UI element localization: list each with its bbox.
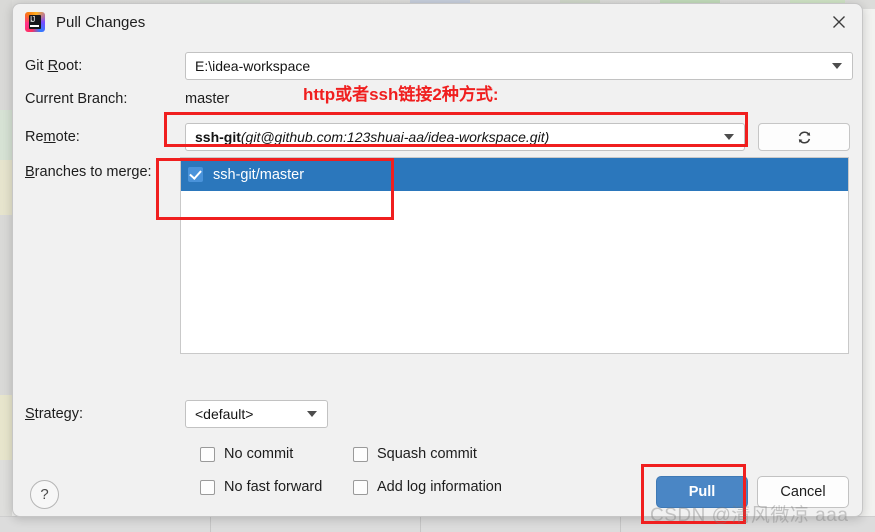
strategy-label: Strategy: xyxy=(25,406,84,422)
remote-label: Remote: xyxy=(25,129,80,145)
remote-value: ssh-git(git@github.com:123shuai-aa/idea-… xyxy=(195,129,716,145)
background-left-strip xyxy=(0,0,12,532)
strategy-row: Strategy: <default> xyxy=(25,400,328,428)
question-mark-icon: ? xyxy=(40,486,49,503)
dialog-title: Pull Changes xyxy=(56,13,146,31)
git-root-row: Git Root: E:\idea-workspace xyxy=(25,52,853,80)
git-root-combobox[interactable]: E:\idea-workspace xyxy=(185,52,853,80)
git-root-mnemonic: R xyxy=(47,58,59,74)
dialog-content: Git Root: E:\idea-workspace Current Bran… xyxy=(13,40,862,516)
chevron-down-icon xyxy=(832,63,842,69)
strategy-value: <default> xyxy=(195,406,254,422)
checkbox-box xyxy=(200,479,215,495)
branches-to-merge-list[interactable]: ssh-git/master xyxy=(180,157,849,354)
branch-name: ssh-git/master xyxy=(213,166,305,183)
watermark: CSDN @清风微凉 aaa xyxy=(650,505,849,526)
current-branch-value: master xyxy=(185,91,230,107)
help-button[interactable]: ? xyxy=(30,480,59,509)
close-button[interactable] xyxy=(816,4,862,40)
current-branch-label: Current Branch: xyxy=(25,91,128,107)
no-fast-forward-label: No fast forward xyxy=(224,479,323,495)
branches-to-merge-label: Branches to merge: xyxy=(25,164,152,180)
add-log-information-label: Add log information xyxy=(377,479,502,495)
intellij-idea-icon: IJ xyxy=(25,12,45,32)
no-fast-forward-checkbox[interactable]: No fast forward xyxy=(191,479,322,495)
refresh-icon xyxy=(798,130,810,144)
checkbox-box xyxy=(353,446,368,462)
git-root-value: E:\idea-workspace xyxy=(195,58,311,74)
remote-url: (git@github.com:123shuai-aa/idea-workspa… xyxy=(240,129,550,145)
add-log-information-checkbox[interactable]: Add log information xyxy=(344,479,502,495)
no-commit-label: No commit xyxy=(224,446,294,462)
strategy-combobox[interactable]: <default> xyxy=(185,400,328,428)
branch-checkbox[interactable] xyxy=(188,167,203,182)
chevron-down-icon xyxy=(307,411,317,417)
no-commit-checkbox[interactable]: No commit xyxy=(191,446,293,462)
remote-name: ssh-git xyxy=(195,129,241,145)
remote-mnemonic: m xyxy=(43,129,56,145)
current-branch-row: Current Branch: master xyxy=(25,91,229,107)
remote-combobox[interactable]: ssh-git(git@github.com:123shuai-aa/idea-… xyxy=(185,123,745,151)
squash-commit-label: Squash commit xyxy=(377,446,477,462)
branches-mnemonic: B xyxy=(25,164,35,180)
git-root-label: Git Root: xyxy=(25,58,83,74)
strategy-mnemonic: S xyxy=(25,406,35,422)
close-icon xyxy=(833,16,845,28)
checkbox-box xyxy=(353,479,368,495)
refresh-remotes-button[interactable] xyxy=(758,123,850,151)
chevron-down-icon xyxy=(724,134,734,140)
list-item[interactable]: ssh-git/master xyxy=(181,158,848,191)
squash-commit-checkbox[interactable]: Squash commit xyxy=(344,446,477,462)
remote-row: Remote: ssh-git(git@github.com:123shuai-… xyxy=(25,123,745,151)
dialog-titlebar: IJ Pull Changes xyxy=(13,4,862,40)
checkbox-box xyxy=(200,446,215,462)
annotation-note: http或者ssh链接2种方式: xyxy=(303,85,499,104)
